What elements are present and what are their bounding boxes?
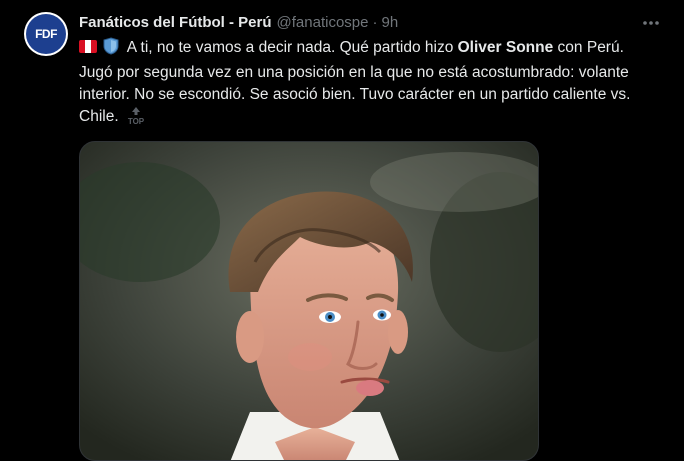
tweet-header: Fanáticos del Fútbol - Perú @fanaticospe… <box>79 13 398 33</box>
tweet-text: A ti, no te vamos a decir nada. Qué part… <box>79 37 659 128</box>
blue-shield-icon <box>103 37 119 62</box>
avatar-logo: FDF <box>26 14 66 54</box>
tweet-photo[interactable] <box>79 141 539 461</box>
handle[interactable]: @fanaticospe <box>277 13 369 33</box>
player-photo-illustration <box>80 142 538 460</box>
more-options-icon[interactable] <box>640 12 662 34</box>
mention-player-name: Oliver Sonne <box>457 39 554 56</box>
display-name[interactable]: Fanáticos del Fútbol - Perú <box>79 13 272 33</box>
timestamp[interactable]: 9h <box>381 13 398 33</box>
avatar[interactable]: FDF <box>24 12 68 56</box>
avatar-logo-text: FDF <box>35 27 57 41</box>
separator-dot: · <box>372 14 378 31</box>
peru-flag-icon <box>79 40 97 53</box>
tweet[interactable]: FDF Fanáticos del Fútbol - Perú @fanatic… <box>0 0 684 461</box>
tweet-text-part-1: A ti, no te vamos a decir nada. Qué part… <box>123 39 458 56</box>
top-arrow-icon: TOP <box>125 107 147 126</box>
svg-text:TOP: TOP <box>128 117 145 125</box>
